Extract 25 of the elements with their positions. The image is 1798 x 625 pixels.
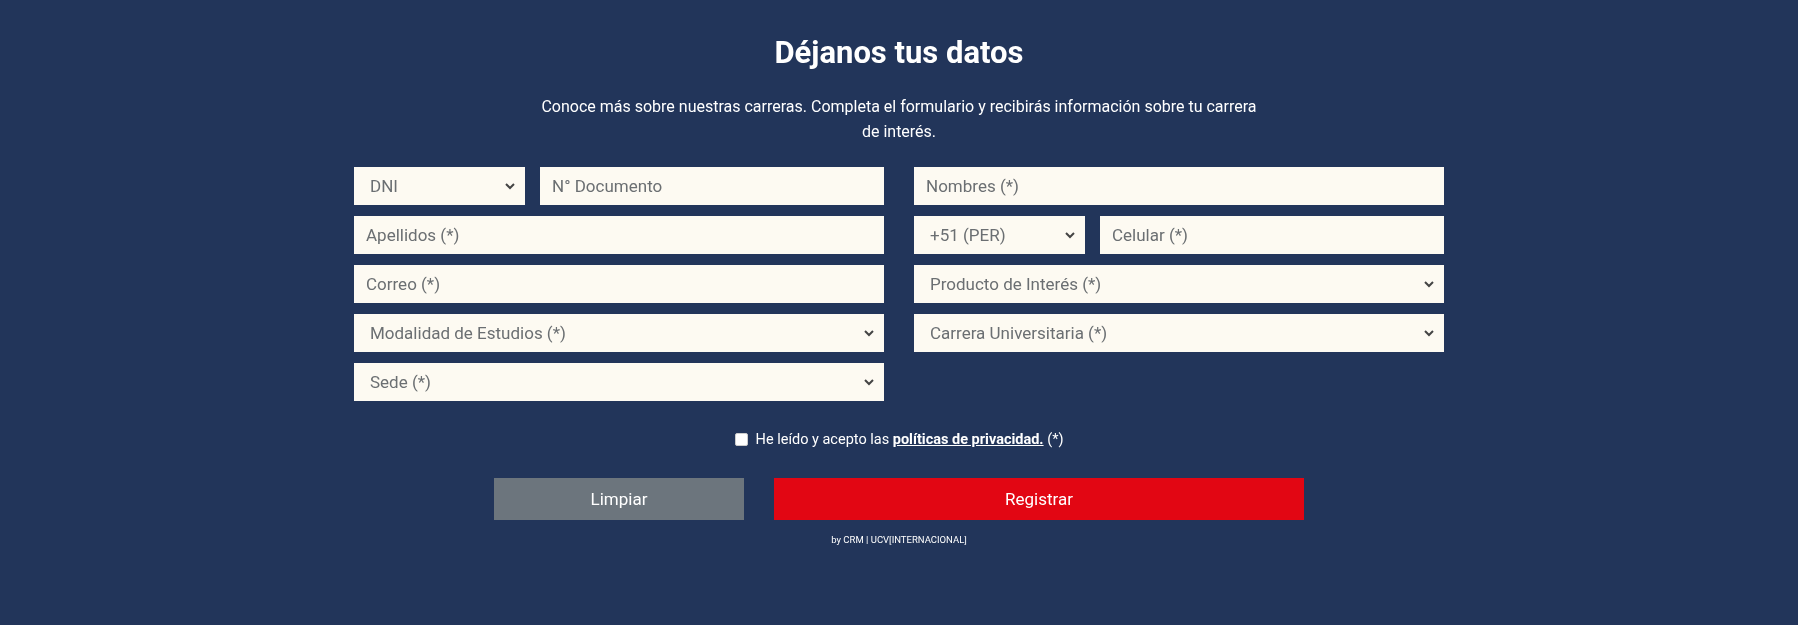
dropdown[interactable]: +51 (PER) [914,216,1085,254]
checkbox[interactable] [734,433,748,446]
chevron-icon [1424,329,1434,337]
privacy-policy-link[interactable]: políticas de privacidad. [892,431,1044,448]
consent-text: He leído y acepto las políticas de privacidad. (*) [755,431,1064,448]
footer-credit: by CRM | UCV[INTERNACIONAL] [831,534,967,545]
chevron-icon [1424,280,1434,288]
clear-button[interactable]: Limpiar [494,478,744,520]
form-title: Déjanos tus datos [774,34,1024,72]
register-button[interactable]: Registrar [774,478,1304,520]
chevron-icon [505,182,515,190]
chevron-icon [1065,231,1075,239]
dropdown[interactable]: Modalidad de Estudios (*) [354,314,884,352]
dropdown[interactable]: DNI [354,167,525,205]
form-description: Conoce más sobre nuestras carreras. Completa el formulario y recibirás información sobre tu carrera de interés. [540,96,1258,143]
input-field[interactable]: Celular (*) [1100,216,1444,254]
input-field[interactable]: Nombres (*) [914,167,1444,205]
input-field[interactable]: Correo (*) [354,265,884,303]
dropdown[interactable]: Producto de Interés (*) [914,265,1444,303]
chevron-icon [864,378,874,386]
input-field[interactable]: Apellidos (*) [354,216,884,254]
dropdown[interactable]: Carrera Universitaria (*) [914,314,1444,352]
input-field[interactable]: N° Documento [540,167,884,205]
dropdown[interactable]: Sede (*) [354,363,884,401]
chevron-icon [864,329,874,337]
